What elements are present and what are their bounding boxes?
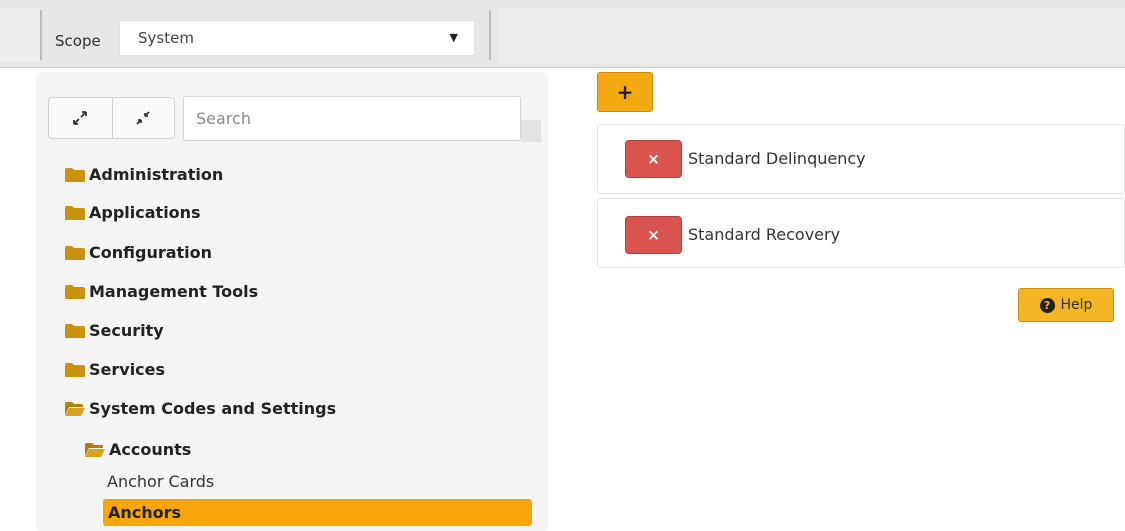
tree-folder-configuration[interactable]: Configuration: [64, 243, 212, 262]
scope-bar: Scope System ▼: [0, 0, 1125, 68]
folder-closed-icon: [64, 245, 86, 261]
divider: [489, 10, 491, 60]
scope-select[interactable]: System ▼: [119, 20, 475, 56]
tree-folder-applications[interactable]: Applications: [64, 203, 201, 222]
list-item: × Standard Delinquency: [597, 124, 1125, 194]
scope-selected-value: System: [138, 29, 194, 47]
tree-leaf-anchor-cards[interactable]: Anchor Cards: [107, 472, 214, 491]
item-label: Standard Recovery: [688, 225, 841, 244]
collapse-icon: [136, 111, 150, 125]
tree-leaf-anchors-selected[interactable]: Anchors: [103, 499, 532, 526]
tree-folder-label: Management Tools: [89, 282, 259, 301]
tree-folder-label: Services: [89, 360, 166, 379]
tree-folder-administration[interactable]: Administration: [64, 165, 223, 184]
folder-closed-icon: [64, 284, 86, 300]
folder-closed-icon: [64, 323, 86, 339]
tree-folder-label: Applications: [89, 203, 201, 222]
delete-button[interactable]: ×: [625, 140, 682, 178]
close-icon: ×: [647, 150, 660, 168]
tree-folder-services[interactable]: Services: [64, 360, 165, 379]
tree-folder-accounts[interactable]: Accounts: [84, 440, 191, 459]
expand-all-button[interactable]: [49, 98, 112, 138]
folder-closed-icon: [64, 205, 86, 221]
folder-closed-icon: [64, 362, 86, 378]
divider: [40, 10, 42, 60]
tree-folder-system-codes-and-settings[interactable]: System Codes and Settings: [64, 399, 336, 418]
question-circle-icon: ?: [1039, 297, 1055, 313]
tree-tool-group: [48, 97, 175, 139]
collapse-all-button[interactable]: [111, 98, 175, 138]
chevron-down-icon: ▼: [449, 31, 458, 44]
list-item: × Standard Recovery: [597, 198, 1125, 268]
tree-folder-label: System Codes and Settings: [89, 399, 337, 418]
folder-open-icon: [84, 442, 106, 458]
folder-open-icon: [64, 401, 86, 417]
scope-label: Scope: [55, 32, 101, 50]
tree-folder-label: Security: [89, 321, 164, 340]
tree-folder-label: Accounts: [109, 440, 192, 459]
close-icon: ×: [647, 226, 660, 244]
delete-button[interactable]: ×: [625, 216, 682, 254]
tree-folder-management-tools[interactable]: Management Tools: [64, 282, 258, 301]
add-button[interactable]: +: [597, 72, 653, 112]
help-button[interactable]: ? Help: [1018, 288, 1114, 322]
scope-bar-fill: [497, 8, 1125, 64]
item-label: Standard Delinquency: [688, 149, 866, 168]
folder-closed-icon: [64, 167, 86, 183]
tree-folder-label: Configuration: [89, 243, 213, 262]
expand-icon: [73, 111, 88, 125]
tree-folder-security[interactable]: Security: [64, 321, 164, 340]
search-edge: [521, 120, 541, 142]
scope-bar-left-pad: [0, 8, 40, 62]
tree-folder-label: Administration: [89, 165, 224, 184]
help-label: Help: [1060, 297, 1093, 313]
search-input[interactable]: Search: [183, 96, 521, 141]
